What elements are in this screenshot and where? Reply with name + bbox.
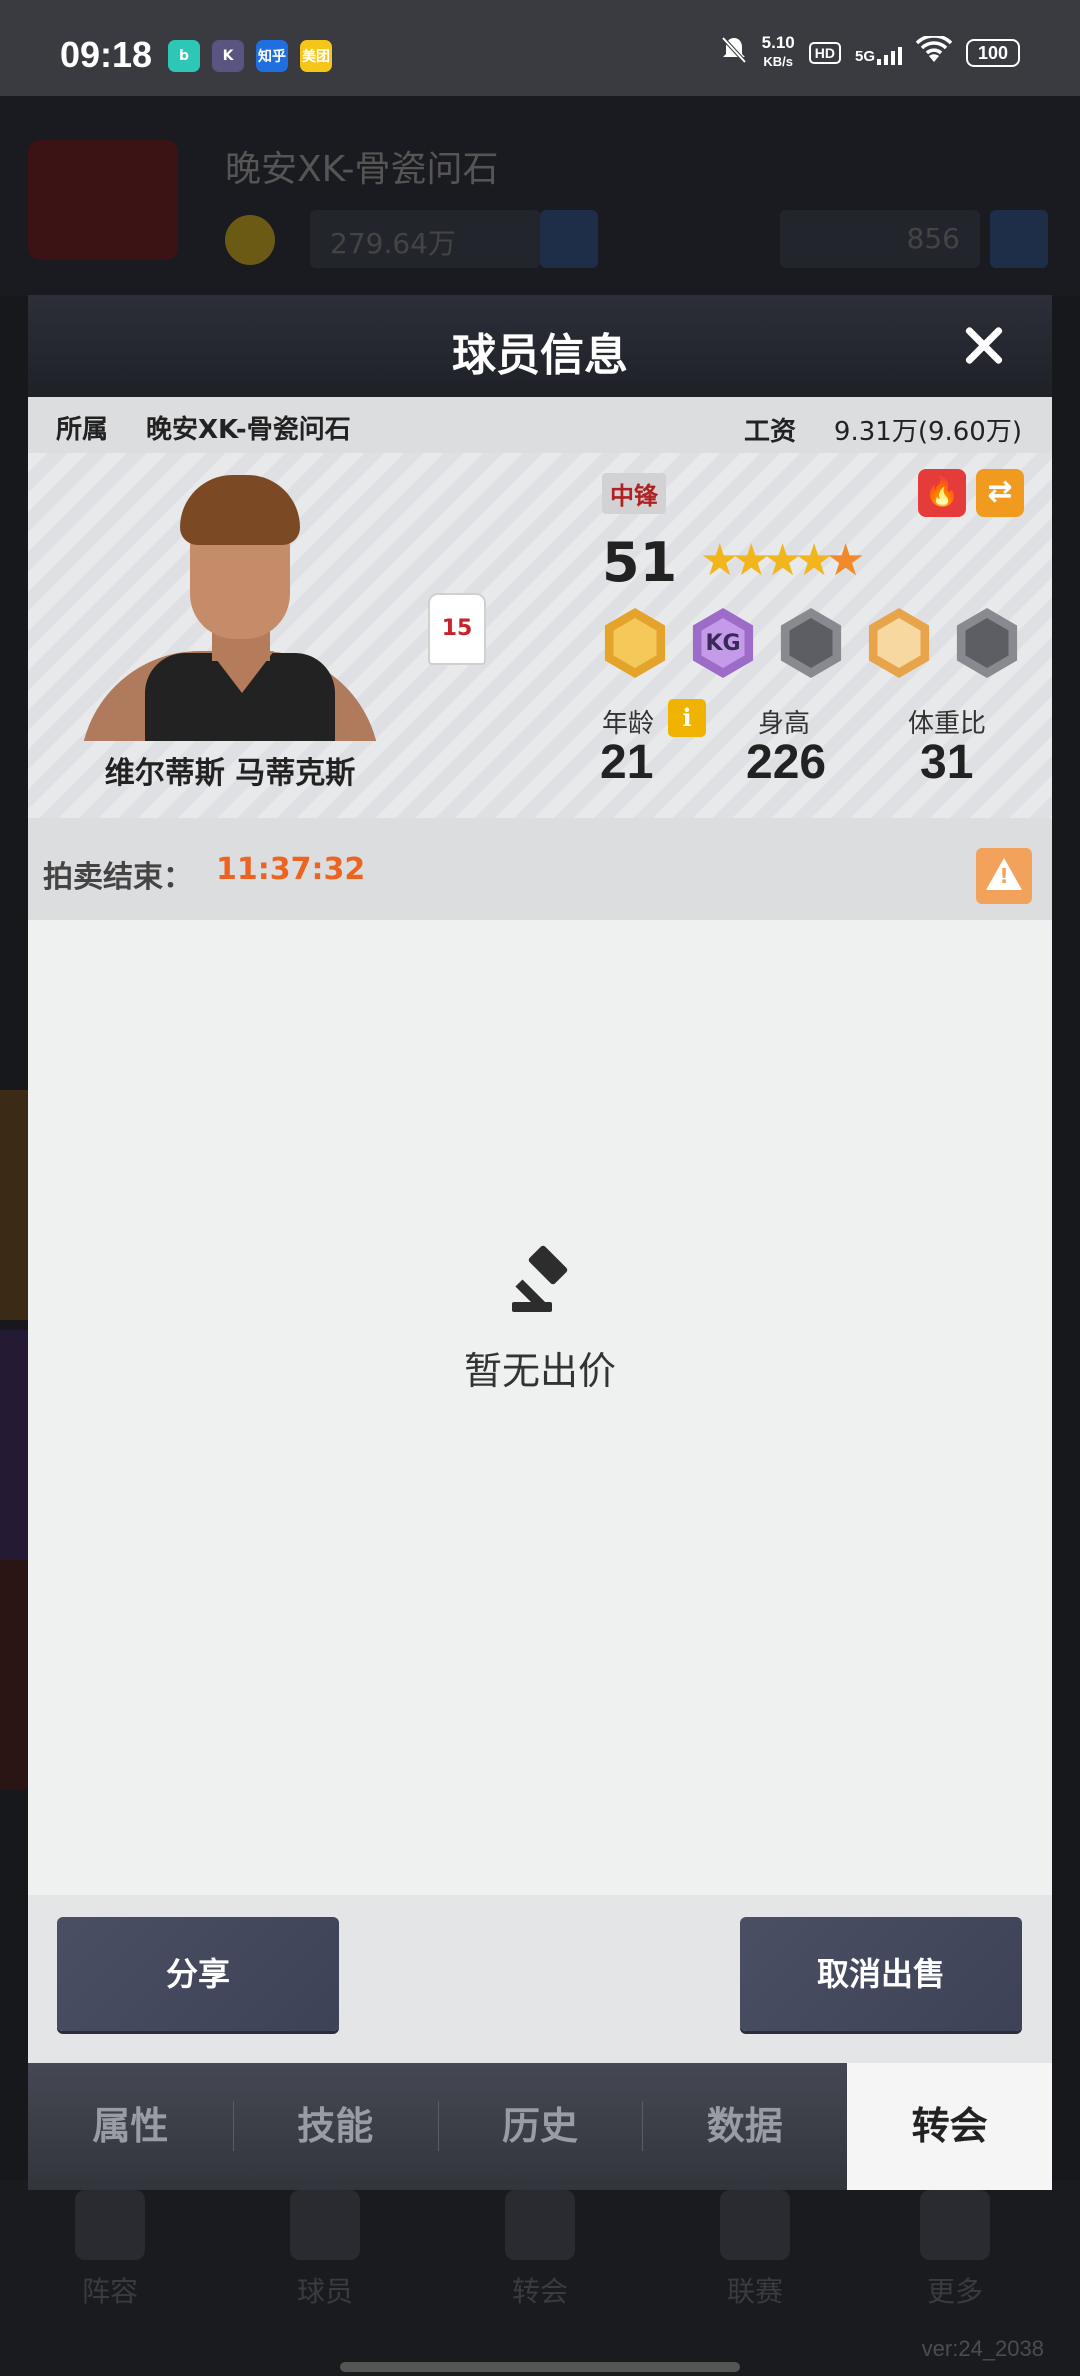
player-rating: 51 xyxy=(602,531,678,594)
coin-icon xyxy=(225,215,275,265)
meituan-app-icon: 美团 xyxy=(300,40,332,72)
cancel-sale-button[interactable]: 取消出售 xyxy=(740,1917,1022,2031)
signal-indicator: 5G xyxy=(855,41,902,65)
notification-icons: b K 知乎 美团 xyxy=(168,40,332,72)
background-tab: 转会 xyxy=(490,2190,590,2310)
kg-badge-icon[interactable]: KG xyxy=(692,608,754,678)
background-tab-icon xyxy=(75,2190,145,2260)
warning-icon[interactable]: ! xyxy=(976,848,1032,904)
background-card-edge xyxy=(0,1090,30,1320)
info-icon[interactable]: i xyxy=(668,699,706,737)
swap-icon[interactable]: ⇄ xyxy=(976,469,1024,517)
dialog-tab[interactable]: 转会 xyxy=(847,2063,1052,2190)
share-button[interactable]: 分享 xyxy=(57,1917,339,2031)
battery-indicator: 100 xyxy=(966,38,1020,67)
dialog-title: 球员信息 xyxy=(452,330,628,381)
background-tab-icon xyxy=(920,2190,990,2260)
background-tab-label: 转会 xyxy=(511,2275,568,2308)
bilibili-app-icon: b xyxy=(168,40,200,72)
background-tab: 联赛 xyxy=(705,2190,805,2310)
affiliation-team: 晚安XK-骨瓷问石 xyxy=(146,415,351,445)
salary-label: 工资 xyxy=(744,417,797,447)
add-gem-button xyxy=(990,210,1048,268)
badge-label: KG xyxy=(701,618,745,668)
version-label: ver:24_2038 xyxy=(921,2336,1044,2361)
skill-badges: KG xyxy=(600,608,1022,678)
mute-bell-icon xyxy=(720,35,748,70)
background-tab-icon xyxy=(505,2190,575,2260)
background-tab: 阵容 xyxy=(60,2190,160,2310)
status-indicators: 5.10 KB/s HD 5G 100 xyxy=(720,34,1020,71)
badge-label xyxy=(877,618,921,668)
home-indicator xyxy=(340,2362,740,2372)
signal-bars-icon xyxy=(877,41,902,65)
fire-icon[interactable]: 🔥 xyxy=(918,469,966,517)
empty-badge-icon[interactable] xyxy=(956,608,1018,678)
dialog-header: 球员信息 xyxy=(28,295,1052,397)
affiliation-row: 所属 晚安XK-骨瓷问石 工资 9.31万(9.60万) xyxy=(28,397,1052,453)
clock: 09:18 xyxy=(60,34,153,75)
hd-badge: HD xyxy=(808,41,841,64)
net-speed: 5.10 KB/s xyxy=(761,33,795,70)
background-team-name: 晚安XK-骨瓷问石 xyxy=(225,149,499,190)
auction-countdown: 11:37:32 xyxy=(216,852,366,887)
dialog-tab[interactable]: 数据 xyxy=(642,2063,847,2190)
background-card-edge xyxy=(0,1560,30,1790)
position-badge: 中锋 xyxy=(602,473,666,514)
status-bar: 09:18 b K 知乎 美团 5.10 KB/s HD 5G 100 xyxy=(0,0,1080,96)
player-card: 15 维尔蒂斯 马蒂克斯 中锋 🔥 ⇄ 51 ★★★★★ KG 年龄 i 身高 … xyxy=(28,453,1052,818)
bid-list: 暂无出价 xyxy=(28,920,1052,1895)
background-tab-label: 更多 xyxy=(926,2275,983,2308)
dialog-tab-bar: 属性 技能 历史 数据 转会 xyxy=(28,2063,1052,2190)
affiliation-label: 所属 xyxy=(56,415,109,445)
no-bids-text: 暂无出价 xyxy=(463,1349,616,1393)
dialog-tab[interactable]: 历史 xyxy=(437,2063,643,2190)
salary-value: 9.31万(9.60万) xyxy=(833,417,1022,447)
background-tab: 更多 xyxy=(905,2190,1005,2310)
close-icon[interactable] xyxy=(956,317,1012,373)
auction-bar: 拍卖结束： 11:37:32 ! xyxy=(28,818,1052,920)
action-row: 分享 取消出售 xyxy=(28,1895,1052,2063)
age-value: 21 xyxy=(600,736,654,789)
empty-badge-icon[interactable] xyxy=(780,608,842,678)
badge-label xyxy=(789,618,833,668)
height-value: 226 xyxy=(746,736,827,789)
wing-badge-icon[interactable] xyxy=(868,608,930,678)
auction-end-label: 拍卖结束： xyxy=(43,860,193,895)
background-card-edge xyxy=(0,1330,30,1560)
background-tab-label: 联赛 xyxy=(726,2275,783,2308)
background-tab-label: 阵容 xyxy=(81,2275,138,2308)
background-tab-icon xyxy=(720,2190,790,2260)
background-tab-label: 球员 xyxy=(296,2275,353,2308)
zhihu-app-icon: 知乎 xyxy=(256,40,288,72)
dialog-tab[interactable]: 技能 xyxy=(232,2063,438,2190)
post-badge-icon[interactable] xyxy=(604,608,666,678)
coin-balance: 279.64万 xyxy=(310,210,540,268)
background-tab: 球员 xyxy=(275,2190,375,2310)
player-name: 维尔蒂斯 马蒂克斯 xyxy=(104,756,356,791)
k-app-icon: K xyxy=(212,40,244,72)
team-logo xyxy=(28,140,178,260)
gem-balance: 856 xyxy=(780,210,980,268)
player-portrait xyxy=(70,471,390,741)
background-tab-icon xyxy=(290,2190,360,2260)
wifi-icon xyxy=(915,34,953,69)
add-coin-button xyxy=(540,210,598,268)
weight-ratio-value: 31 xyxy=(920,736,974,789)
star-rating: ★★★★★ xyxy=(700,535,865,586)
jersey-number-icon: 15 xyxy=(428,593,486,665)
badge-label xyxy=(613,618,657,668)
player-info-dialog: 球员信息 所属 晚安XK-骨瓷问石 工资 9.31万(9.60万) 15 维尔蒂… xyxy=(28,295,1052,2190)
badge-label xyxy=(965,618,1009,668)
gavel-icon xyxy=(508,1244,578,1320)
dialog-tab[interactable]: 属性 xyxy=(28,2063,233,2190)
